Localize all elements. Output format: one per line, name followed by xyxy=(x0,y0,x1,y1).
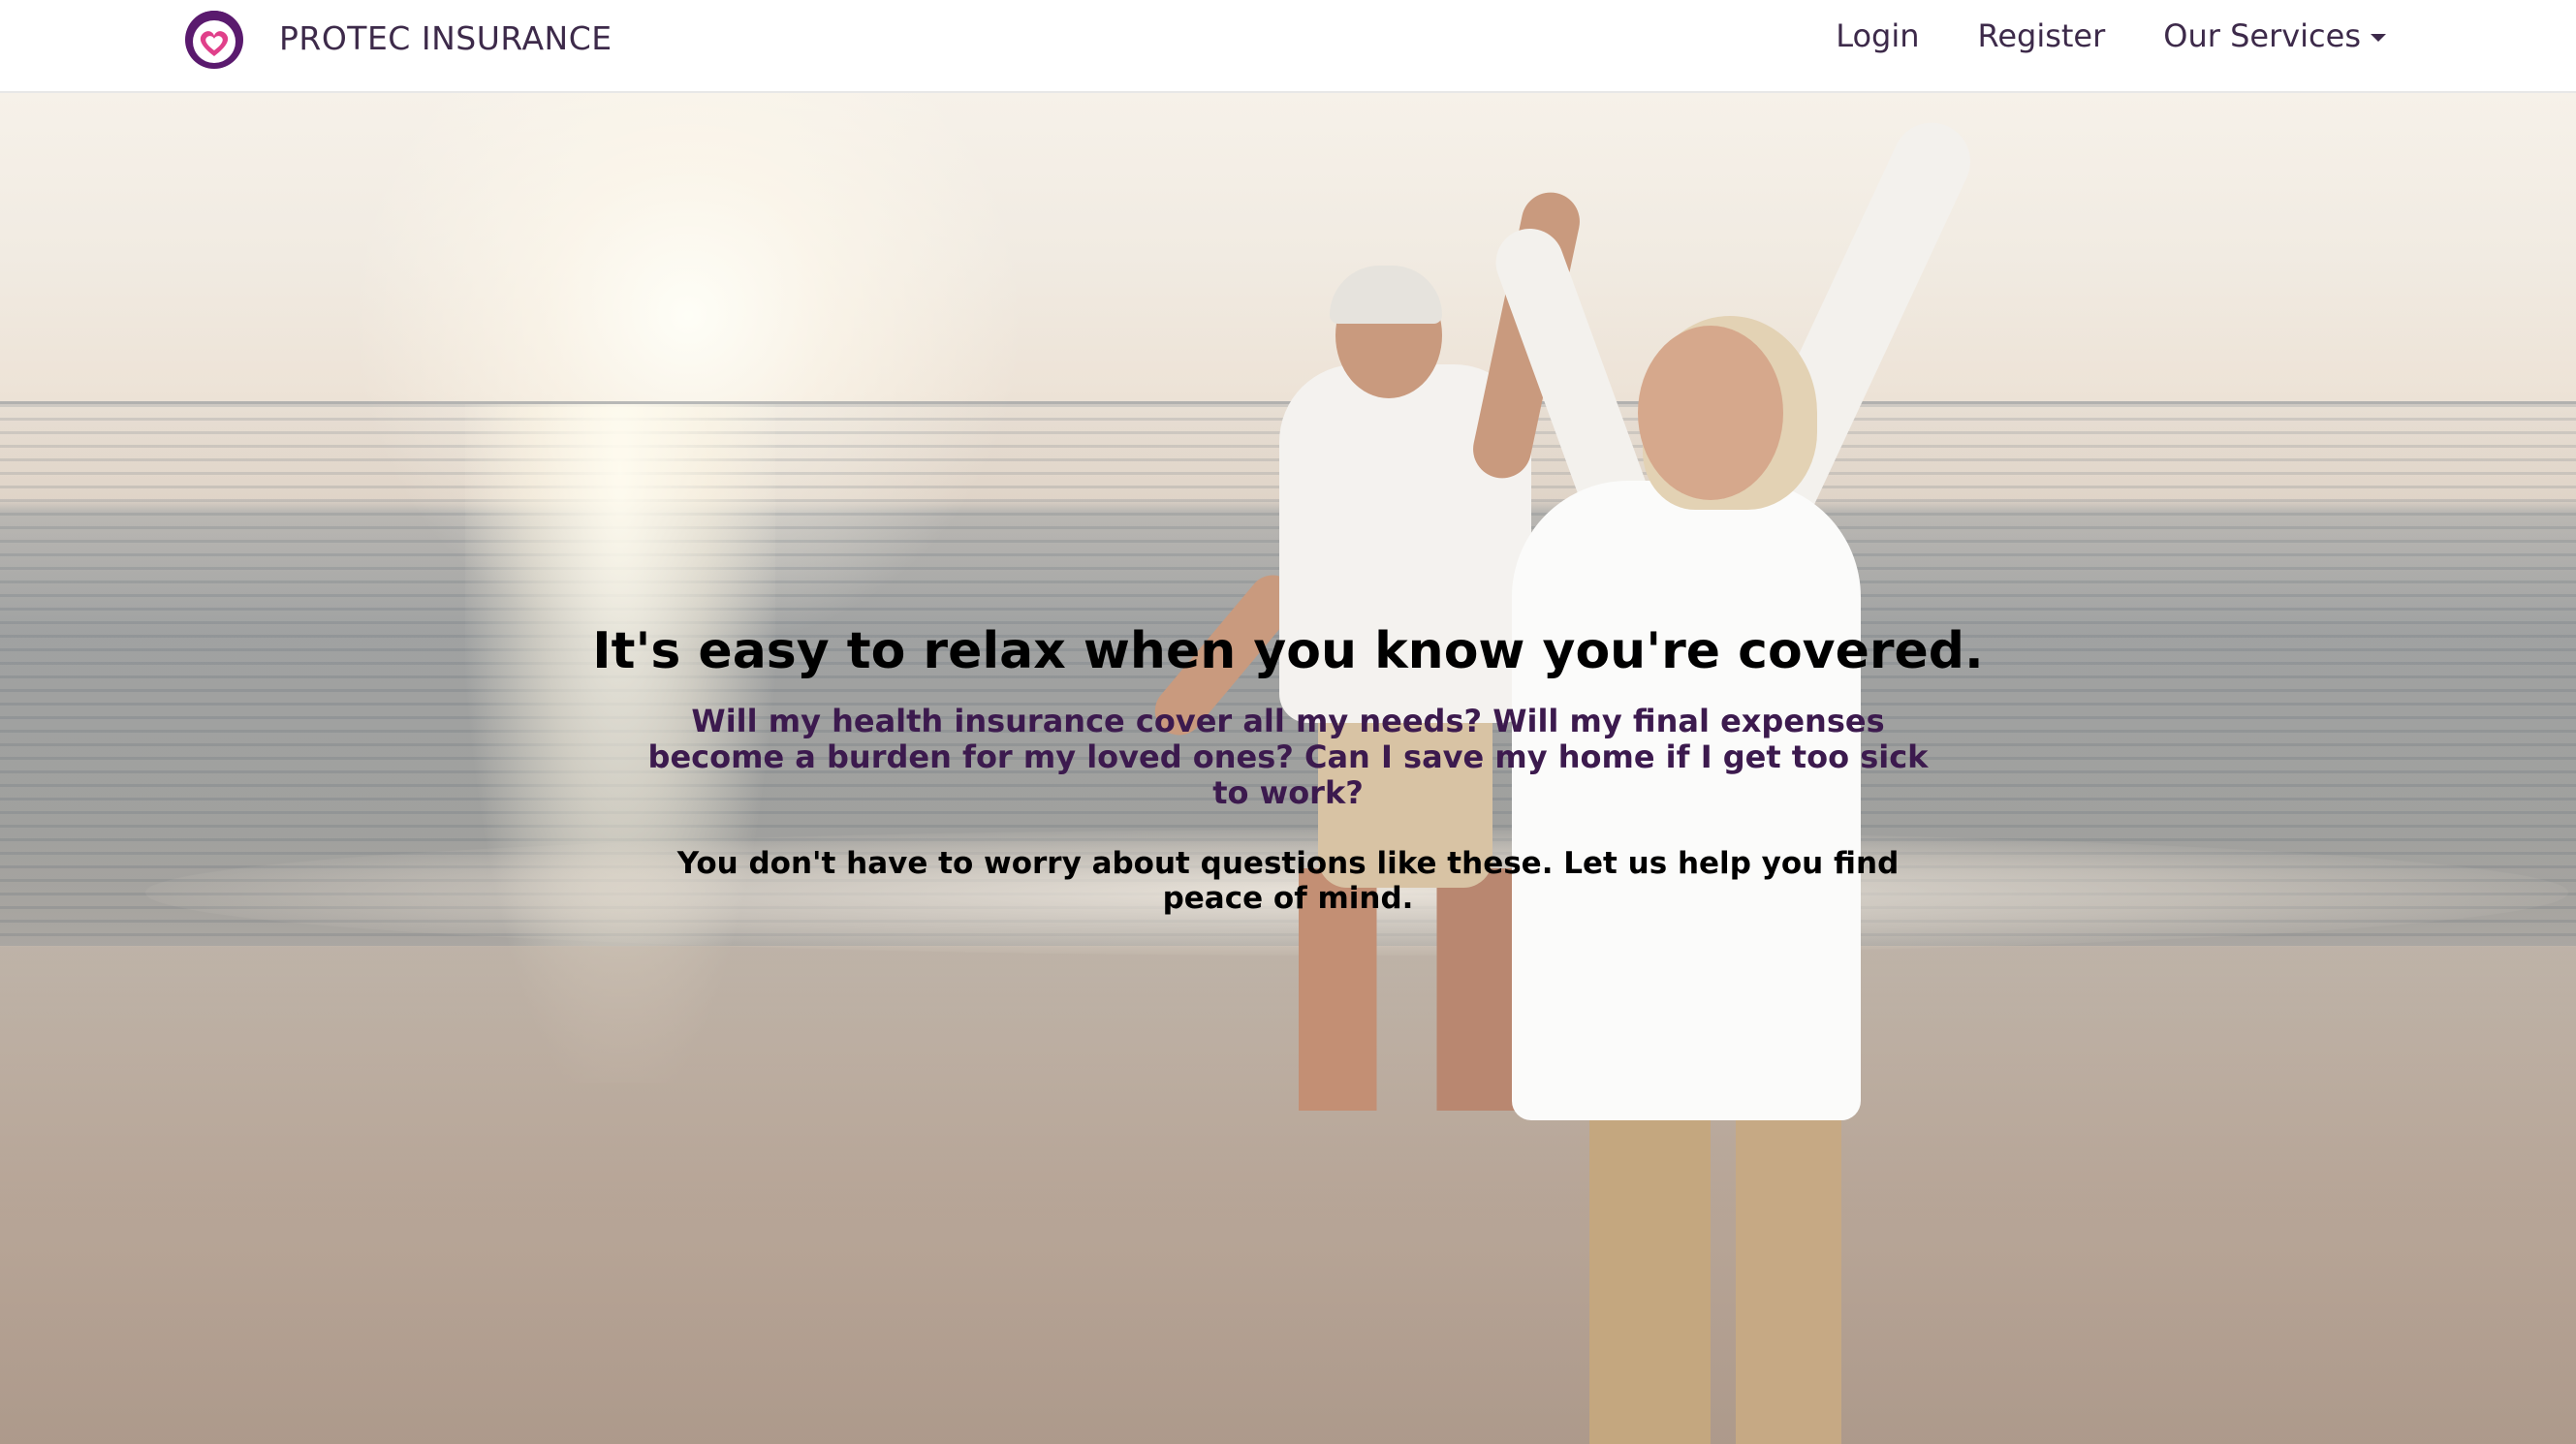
hero-text-block: It's easy to relax when you know you're … xyxy=(0,616,2576,916)
caret-down-icon xyxy=(2371,34,2386,42)
heart-shield-logo xyxy=(185,11,243,69)
woman-pants xyxy=(1589,1082,1841,1444)
brand-name: PROTEC INSURANCE xyxy=(279,18,613,57)
woman-head xyxy=(1638,326,1783,500)
hero-heading: It's easy to relax when you know you're … xyxy=(592,622,1984,680)
our-services-label: Our Services xyxy=(2163,17,2361,54)
wet-sand xyxy=(0,946,2576,1444)
hero-questions: Will my health insurance cover all my ne… xyxy=(647,703,1929,811)
hero-banner: It's easy to relax when you know you're … xyxy=(0,93,2576,1444)
top-navbar: PROTEC INSURANCE Login Register Our Serv… xyxy=(0,0,2576,93)
man-hair xyxy=(1330,266,1442,324)
nav-links: Login Register Our Services xyxy=(1777,0,2386,72)
our-services-dropdown[interactable]: Our Services xyxy=(2163,17,2386,54)
hero-assurance: You don't have to worry about questions … xyxy=(676,846,1900,916)
login-link[interactable]: Login xyxy=(1836,17,1919,54)
register-link[interactable]: Register xyxy=(1978,17,2106,54)
brand[interactable]: PROTEC INSURANCE xyxy=(182,4,613,72)
